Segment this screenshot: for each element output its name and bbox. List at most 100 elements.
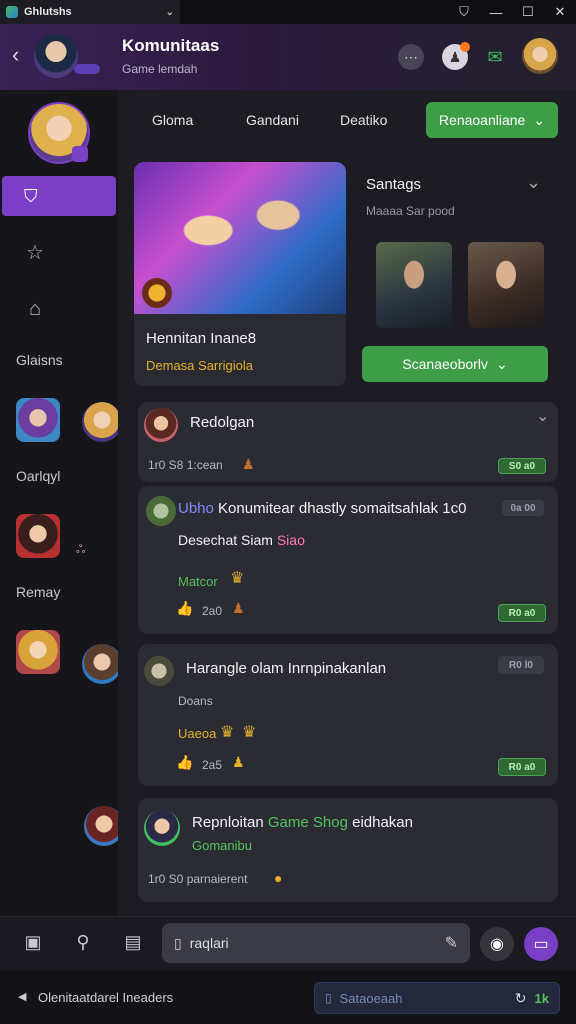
like-icon[interactable]: 👍 — [176, 754, 193, 771]
reaction-icon: ● — [274, 870, 283, 886]
post-title-text: Repnloitan — [192, 814, 264, 831]
community-header: ‹ Komunitaas Game lemdah ⋯ ♟ ✉ — [0, 24, 576, 90]
community-avatar[interactable] — [34, 34, 78, 78]
gallery-icon[interactable]: ▣ — [20, 929, 46, 955]
star-icon[interactable]: ☆ — [22, 240, 48, 266]
chevron-down-icon: ⌄ — [533, 111, 546, 128]
post-author-avatar[interactable] — [144, 408, 178, 442]
camera-button[interactable]: ◉ — [480, 927, 514, 961]
message-placeholder: raqlari — [189, 935, 229, 951]
notification-dot — [460, 42, 470, 52]
post-line2-highlight: Siao — [276, 532, 305, 548]
post-title: Harangle olam Inrnpinakanlan — [186, 660, 387, 677]
like-icon[interactable]: 👍 — [176, 600, 193, 617]
post-prefix: Ubho — [178, 500, 214, 517]
post-card[interactable]: Redolgan ⌄ 1r0 S8 1:cean ♟ S0 a0 — [138, 402, 558, 482]
sidebar-item-active[interactable]: ⛉ — [2, 176, 116, 216]
status-bar: ◀ Olenitaatdarel Ineaders ▯ Sataoeaah ↻ … — [0, 970, 576, 1024]
member-avatar[interactable] — [82, 402, 122, 442]
post-card[interactable]: Harangle olam Inrnpinakanlan R0 l0 Doans… — [138, 644, 558, 786]
tab-title: Ghlutshs — [24, 6, 72, 18]
like-count: 2a0 — [202, 604, 223, 618]
chevron-down-icon[interactable]: ⌄ — [526, 172, 541, 193]
featured-subtitle: Demasa Sarrigiola — [146, 358, 253, 373]
shield-icon[interactable]: ⛉ — [448, 0, 480, 24]
tab-details[interactable]: Deatiko — [340, 112, 387, 128]
post-title: Redolgan — [190, 414, 255, 431]
close-button[interactable]: ✕ — [544, 0, 576, 24]
play-icon[interactable]: ◀ — [18, 990, 26, 1003]
app-icon — [6, 6, 18, 18]
dropdown-label: Renaoanliane — [438, 112, 526, 128]
clipboard-icon[interactable]: ▤ — [120, 929, 146, 955]
status-count: 1k — [534, 990, 549, 1006]
decoration-icon: ஃ — [76, 542, 86, 556]
sidebar-label: Remay — [16, 584, 61, 600]
post-tag: Uaeoa — [178, 726, 217, 741]
post-top-badge: 0a 00 — [502, 500, 544, 516]
sidebar-label: Oarlqyl — [16, 468, 61, 484]
refresh-icon[interactable]: ↻ — [515, 990, 527, 1007]
title-bar: Ghlutshs ⌄ ⛉ — ☐ ✕ — [0, 0, 576, 24]
more-options-button[interactable]: ⋯ — [398, 44, 424, 70]
status-search-label: Sataoeaah — [339, 990, 403, 1006]
shield-icon: ⛉ — [24, 185, 38, 206]
post-title: Repnloitan Game Shog eidhakan — [192, 814, 413, 831]
trophy-icon: ♛ — [230, 570, 245, 587]
tab-games[interactable]: Gandani — [246, 112, 299, 128]
message-input[interactable]: ▯ raqlari ✎ — [162, 923, 470, 963]
game-logo-icon — [142, 278, 172, 308]
chevron-down-icon[interactable]: ⌄ — [166, 7, 174, 18]
post-badge: S0 a0 — [498, 458, 546, 474]
header-subtitle: Game lemdah — [122, 62, 198, 76]
panel-title: Santags — [366, 176, 422, 193]
header-title: Komunitaas — [122, 36, 220, 55]
settings-panel: Santags ⌄ Maaaa Sar pood Scanaeoborlv ⌄ — [356, 162, 556, 386]
search-icon[interactable]: ⚲ — [70, 929, 96, 955]
trophy-icon: ♛ — [220, 724, 235, 741]
member-avatar[interactable] — [16, 630, 60, 674]
panel-subtitle: Maaaa Sar pood — [366, 204, 455, 218]
chevron-down-icon[interactable]: ⌄ — [536, 406, 549, 426]
browser-tab[interactable]: Ghlutshs ⌄ — [0, 0, 180, 24]
back-arrow-icon[interactable]: ‹ — [12, 42, 19, 68]
member-avatar[interactable] — [82, 644, 122, 684]
post-title-highlight: Game Shog — [267, 814, 348, 831]
like-count: 2a5 — [202, 758, 223, 772]
send-button[interactable]: ▭ — [524, 927, 558, 961]
post-badge: R0 a0 — [498, 604, 546, 622]
sidebar: ⛉ ☆ ⌂ Glaisns Oarlqyl ஃ Remay — [0, 90, 124, 916]
post-top-badge: R0 l0 — [498, 656, 544, 674]
featured-title: Hennitan Inane8 — [146, 330, 257, 347]
post-meta: 1r0 S8 1:cean — [148, 458, 223, 472]
post-tag: Matcor — [178, 574, 218, 589]
home-icon[interactable]: ⌂ — [22, 296, 48, 322]
game-thumbnail[interactable] — [468, 242, 544, 328]
member-avatar[interactable] — [16, 514, 60, 558]
maximize-button[interactable]: ☐ — [512, 0, 544, 24]
composer-bar: ▣ ⚲ ▤ ▯ raqlari ✎ ◉ ▭ — [0, 916, 576, 970]
post-card[interactable]: Repnloitan Game Shog eidhakan Gomanibu 1… — [138, 798, 558, 902]
post-author-avatar[interactable] — [146, 496, 176, 526]
chevron-down-icon: ⌄ — [495, 355, 508, 372]
post-line2: Doans — [178, 694, 213, 708]
featured-game-card[interactable]: Hennitan Inane8 Demasa Sarrigiola — [134, 162, 346, 386]
post-line2: Desechat Siam Siao — [178, 532, 305, 548]
avatar-level-badge — [74, 64, 100, 74]
user-avatar[interactable] — [522, 38, 558, 74]
minimize-button[interactable]: — — [480, 0, 512, 24]
post-author-avatar[interactable] — [144, 810, 180, 846]
post-meta: 1r0 S0 parnaierent — [148, 872, 248, 886]
scan-button[interactable]: Scanaeoborlv ⌄ — [362, 346, 548, 382]
tab-home[interactable]: Gloma — [152, 112, 193, 128]
post-title-end: eidhakan — [352, 814, 413, 831]
pen-icon[interactable]: ✎ — [445, 933, 458, 953]
game-thumbnail[interactable] — [376, 242, 452, 328]
status-search[interactable]: ▯ Sataoeaah ↻ 1k — [314, 982, 560, 1014]
chat-icon[interactable]: ✉ — [482, 44, 508, 70]
recommendation-dropdown[interactable]: Renaoanliane ⌄ — [426, 102, 558, 138]
post-card[interactable]: Ubho Konumitear dhastly somaitsahlak 1c0… — [138, 486, 558, 634]
post-author-avatar[interactable] — [144, 656, 174, 686]
reaction-icon: ♟ — [232, 754, 245, 770]
member-avatar[interactable] — [16, 398, 60, 442]
